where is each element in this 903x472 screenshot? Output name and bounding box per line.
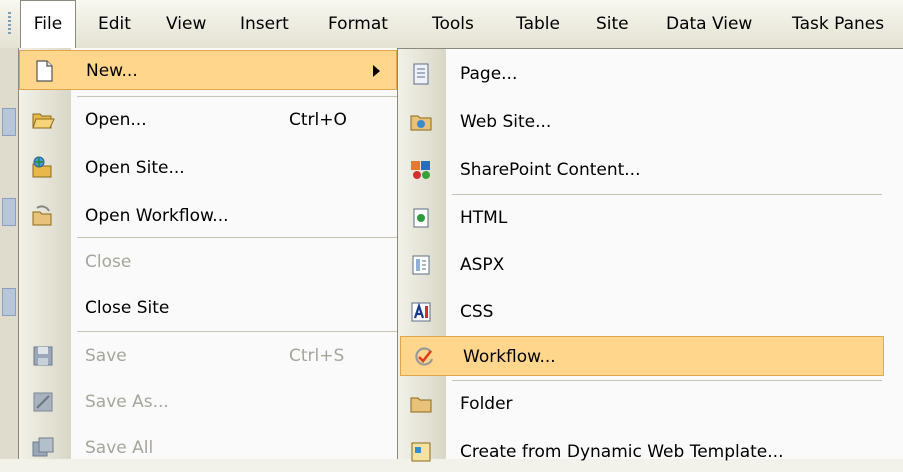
menu-item-close[interactable]: Close [19, 242, 397, 282]
menu-item-save-as-label: Save As... [85, 392, 169, 412]
menu-edit-label: Edit [98, 14, 131, 34]
menu-site-label: Site [596, 14, 629, 34]
submenu-item-page[interactable]: Page... [398, 54, 902, 94]
menu-view-label: View [166, 14, 207, 34]
menu-item-new-label: New... [86, 61, 138, 81]
menu-item-close-site[interactable]: Close Site [19, 288, 397, 328]
menu-item-open[interactable]: Open... Ctrl+O [19, 100, 397, 140]
submenu-item-sharepoint-content-label: SharePoint Content... [460, 160, 641, 180]
menu-item-close-label: Close [85, 252, 132, 272]
submenu-item-web-site[interactable]: Web Site... [398, 102, 902, 142]
menu-format-label: Format [328, 14, 388, 34]
open-folder-icon [32, 113, 55, 129]
menu-item-save-all[interactable]: Save All [19, 428, 397, 468]
file-menu: New... Open... Ctrl+O Open Site... Open … [18, 48, 398, 459]
submenu-item-folder[interactable]: Folder [398, 384, 902, 424]
open-workflow-icon [32, 205, 52, 226]
menu-task-panes[interactable]: Task Panes [792, 0, 884, 48]
shortcut-save: Ctrl+S [289, 346, 345, 366]
menu-item-open-workflow[interactable]: Open Workflow... [19, 196, 397, 236]
app-background-strip [0, 48, 18, 459]
shortcut-open: Ctrl+O [289, 110, 347, 130]
workflow-icon [415, 347, 434, 366]
dynamic-web-template-icon [411, 442, 431, 462]
menu-site[interactable]: Site [596, 0, 629, 48]
folder-icon [410, 397, 432, 413]
menu-edit[interactable]: Edit [98, 0, 131, 48]
submenu-item-dynamic-web-template[interactable]: Create from Dynamic Web Template... [398, 432, 902, 472]
menu-table[interactable]: Table [516, 0, 560, 48]
submenu-item-aspx-label: ASPX [460, 255, 505, 275]
menu-data-view-label: Data View [666, 14, 753, 34]
save-as-icon [33, 392, 53, 412]
new-submenu: Page... Web Site... SharePoint Content..… [397, 48, 903, 462]
submenu-item-sharepoint-content[interactable]: SharePoint Content... [398, 150, 902, 190]
toolbar-grip[interactable] [8, 12, 11, 36]
menu-separator [77, 237, 397, 238]
menu-file[interactable]: File [20, 0, 76, 48]
menu-item-save-as[interactable]: Save As... [19, 382, 397, 422]
menu-item-save-label: Save [85, 346, 127, 366]
menu-task-panes-label: Task Panes [792, 14, 885, 34]
menu-view[interactable]: View [166, 0, 206, 48]
menu-tools[interactable]: Tools [432, 0, 474, 48]
menu-separator [77, 331, 397, 332]
submenu-item-page-label: Page... [460, 64, 518, 84]
menu-item-new[interactable]: New... [19, 50, 397, 90]
sharepoint-content-icon [411, 161, 430, 179]
submenu-item-css-label: CSS [460, 302, 494, 322]
open-site-icon [32, 156, 52, 178]
submenu-item-aspx[interactable]: ASPX [398, 245, 902, 285]
css-file-icon [411, 302, 431, 322]
save-disk-icon [33, 346, 53, 366]
menu-insert-label: Insert [240, 14, 289, 34]
menu-item-open-site[interactable]: Open Site... [19, 148, 397, 188]
menu-insert[interactable]: Insert [240, 0, 289, 48]
submenu-item-workflow-label: Workflow... [463, 347, 556, 367]
menu-bar: File Edit View Insert Format Tools Table… [0, 0, 903, 49]
menu-item-open-label: Open... [85, 110, 147, 130]
toolbar-fragment [2, 288, 16, 316]
menu-table-label: Table [516, 14, 560, 34]
menu-separator [77, 96, 397, 97]
submenu-item-dynamic-web-template-label: Create from Dynamic Web Template... [460, 442, 784, 462]
menu-format[interactable]: Format [328, 0, 388, 48]
menu-separator [452, 194, 882, 195]
submenu-item-workflow[interactable]: Workflow... [400, 336, 884, 376]
menu-item-open-site-label: Open Site... [85, 158, 185, 178]
submenu-item-web-site-label: Web Site... [460, 112, 552, 132]
submenu-item-html-label: HTML [460, 208, 508, 228]
menu-tools-label: Tools [432, 14, 474, 34]
submenu-item-css[interactable]: CSS [398, 292, 902, 332]
submenu-item-html[interactable]: HTML [398, 198, 902, 238]
submenu-item-folder-label: Folder [460, 394, 513, 414]
aspx-file-icon [412, 255, 430, 275]
toolbar-fragment [2, 108, 16, 136]
menu-item-open-workflow-label: Open Workflow... [85, 206, 229, 226]
save-all-icon [32, 437, 54, 457]
web-site-icon [410, 115, 432, 131]
menu-item-close-site-label: Close Site [85, 298, 170, 318]
toolbar-fragment [2, 198, 16, 226]
page-icon [413, 63, 429, 85]
submenu-arrow-icon [373, 65, 380, 77]
menu-separator [452, 380, 882, 381]
html-file-icon [413, 208, 429, 228]
new-document-icon [36, 60, 53, 82]
menu-item-save-all-label: Save All [85, 438, 154, 458]
menu-item-save[interactable]: Save Ctrl+S [19, 336, 397, 376]
menu-file-label: File [33, 14, 63, 34]
menu-data-view[interactable]: Data View [666, 0, 752, 48]
